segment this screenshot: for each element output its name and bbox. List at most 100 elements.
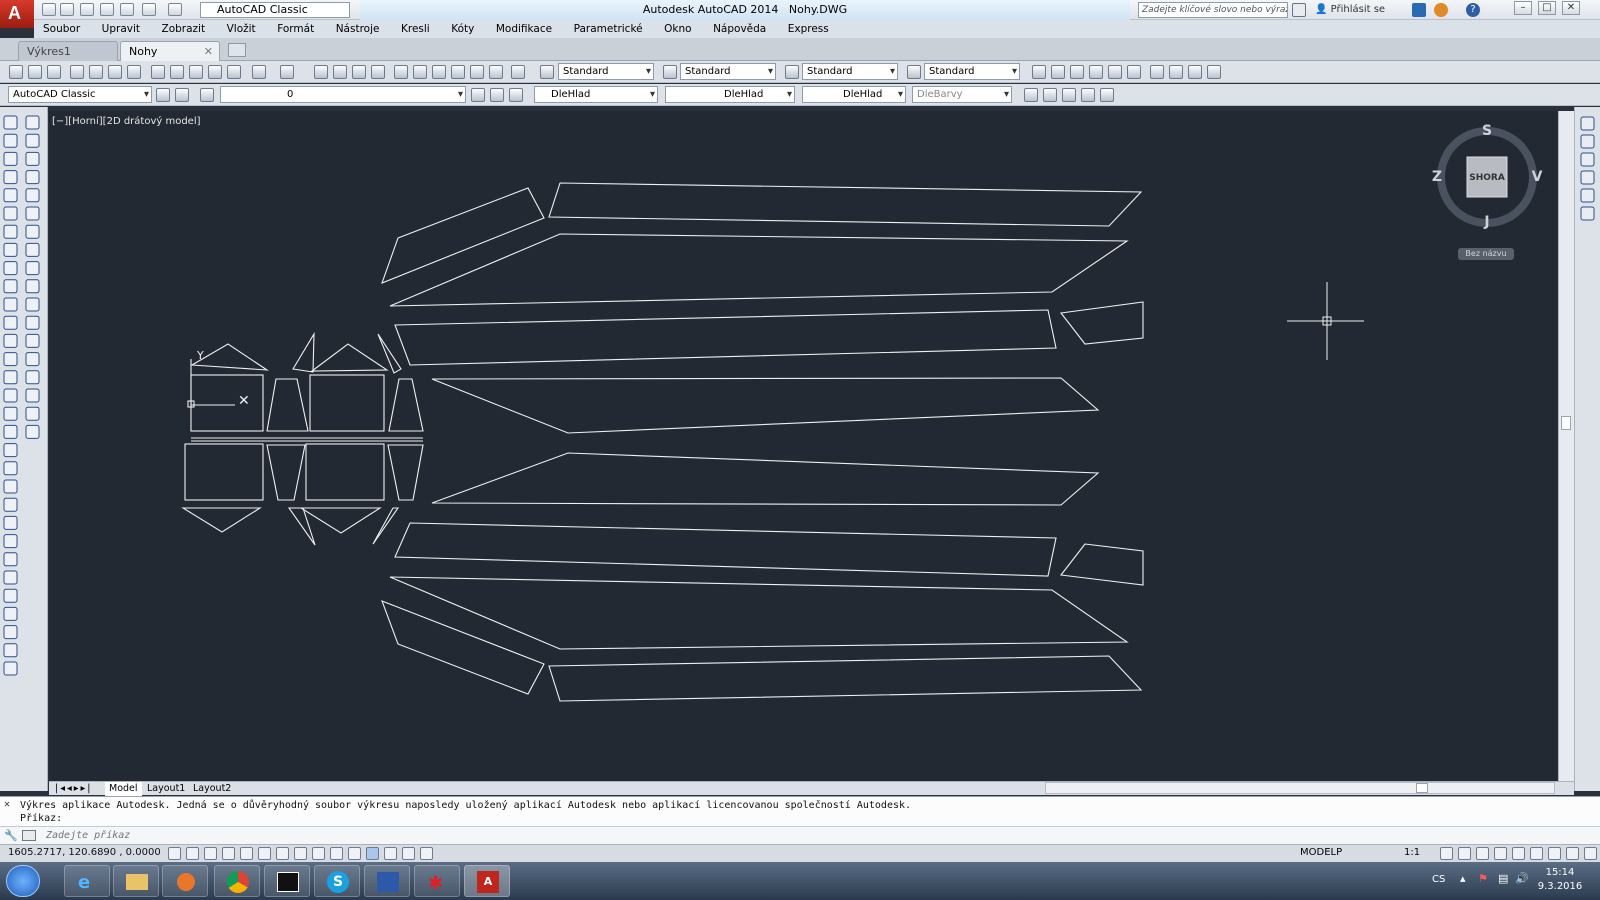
autocad-taskbar-icon[interactable]: A <box>464 865 510 897</box>
network-icon[interactable]: ▤ <box>1498 872 1508 885</box>
new-file-icon[interactable] <box>42 3 56 16</box>
save-icon[interactable] <box>47 65 61 79</box>
application-menu-button[interactable]: A <box>0 0 34 28</box>
toolbar-tool-icon[interactable] <box>3 406 18 421</box>
orbit-icon[interactable] <box>1024 88 1038 102</box>
toolbar-tool-icon[interactable] <box>25 115 40 130</box>
minimize-button[interactable]: – <box>1514 1 1532 15</box>
toolbar-tool-icon[interactable] <box>25 188 40 203</box>
search-input[interactable]: Zadejte klíčové slovo nebo výraz <box>1138 2 1288 18</box>
toolbar-tool-icon[interactable] <box>3 570 18 585</box>
toolbar-tool-icon[interactable] <box>25 242 40 257</box>
open-file-icon[interactable] <box>60 3 74 16</box>
toolbar-tool-icon[interactable] <box>3 588 18 603</box>
plotstyle-select[interactable]: DleBarvy <box>912 86 1012 103</box>
toolbar-tool-icon[interactable] <box>3 151 18 166</box>
tab-layout2[interactable]: Layout2 <box>189 782 235 796</box>
toolbar-tool-icon[interactable] <box>3 552 18 567</box>
menu-vlozit[interactable]: Vložit <box>218 20 265 38</box>
layer-select[interactable]: 0 <box>220 86 466 103</box>
save-icon[interactable] <box>80 3 94 16</box>
toolbar-tool-icon[interactable] <box>3 461 18 476</box>
lineweight-select[interactable]: DleHlad <box>802 86 906 103</box>
menu-kresli[interactable]: Kresli <box>392 20 439 38</box>
workspace-select[interactable]: AutoCAD Classic <box>8 86 152 103</box>
toolbar-tool-icon[interactable] <box>25 297 40 312</box>
toolbar-tool-icon[interactable] <box>3 643 18 658</box>
toolbar-tool-icon[interactable] <box>1580 170 1595 185</box>
status-tray-icon[interactable] <box>1440 847 1453 860</box>
close-button[interactable]: ✕ <box>1562 1 1580 15</box>
toolbar-tool-icon[interactable] <box>3 370 18 385</box>
language-indicator[interactable]: CS <box>1432 874 1445 885</box>
toolbar-tool-icon[interactable] <box>25 388 40 403</box>
status-tray-icon[interactable] <box>1530 847 1543 860</box>
markup-icon[interactable] <box>470 65 484 79</box>
materials-icon[interactable] <box>1081 88 1095 102</box>
toolbar-tool-icon[interactable] <box>25 133 40 148</box>
exchange-icon[interactable] <box>1412 3 1426 17</box>
viewcube-east[interactable]: V <box>1531 169 1543 185</box>
mleader-style-select[interactable]: Standard <box>924 63 1020 80</box>
cut-icon[interactable] <box>151 65 165 79</box>
ucs-x-icon[interactable] <box>1207 65 1221 79</box>
sheet-set-icon[interactable] <box>451 65 465 79</box>
save-as-icon[interactable] <box>100 3 114 16</box>
toolbar-tool-icon[interactable] <box>3 297 18 312</box>
toolbar-tool-icon[interactable] <box>3 188 18 203</box>
coordinates-readout[interactable]: 1605.2717, 120.6890 , 0.0000 <box>8 847 161 858</box>
toolbar-tool-icon[interactable] <box>3 133 18 148</box>
layer-properties-icon[interactable] <box>200 88 214 102</box>
layer-states-icon[interactable] <box>509 88 523 102</box>
toolbar-tool-icon[interactable] <box>3 242 18 257</box>
command-input[interactable] <box>46 828 1586 843</box>
block-editor-icon[interactable] <box>227 65 241 79</box>
print-icon[interactable] <box>120 3 134 16</box>
status-tray-icon[interactable] <box>1566 847 1579 860</box>
menu-upravit[interactable]: Upravit <box>93 20 149 38</box>
viewcube-west[interactable]: Z <box>1431 169 1443 185</box>
sign-in-button[interactable]: 👤 Přihlásit se <box>1315 2 1405 18</box>
text-style-select[interactable]: Standard <box>558 63 654 80</box>
ucs-face-icon[interactable] <box>1089 65 1103 79</box>
make-current-layer-icon[interactable] <box>471 88 485 102</box>
toolbar-tool-icon[interactable] <box>3 443 18 458</box>
color-select[interactable]: DleHlad <box>534 86 658 103</box>
start-button[interactable] <box>6 865 40 897</box>
qnew-icon[interactable] <box>9 65 23 79</box>
internet-explorer-icon[interactable]: e <box>64 865 110 897</box>
tray-arrow-icon[interactable]: ▴ <box>1460 872 1466 885</box>
toolbar-tool-icon[interactable] <box>1580 206 1595 221</box>
preview-icon[interactable] <box>89 65 103 79</box>
binoculars-icon[interactable] <box>1292 3 1306 17</box>
toolbar-tool-icon[interactable] <box>25 424 40 439</box>
design-center-icon[interactable] <box>413 65 427 79</box>
toolbar-tool-icon[interactable] <box>1580 152 1595 167</box>
status-toggle-icon[interactable] <box>330 847 343 860</box>
status-toggle-icon[interactable] <box>420 847 433 860</box>
toolbar-tool-icon[interactable] <box>3 206 18 221</box>
status-toggle-icon[interactable] <box>186 847 199 860</box>
status-toggle-icon[interactable] <box>294 847 307 860</box>
status-tray-icon[interactable] <box>1584 847 1597 860</box>
annotation-scale[interactable]: 1:1 <box>1404 847 1420 858</box>
status-toggle-icon[interactable] <box>222 847 235 860</box>
toolbar-tool-icon[interactable] <box>3 606 18 621</box>
render-icon[interactable] <box>1062 88 1076 102</box>
toolbar-tool-icon[interactable] <box>3 388 18 403</box>
layer-previous-icon[interactable] <box>490 88 504 102</box>
undo-icon[interactable] <box>252 65 266 79</box>
ucs-object-icon[interactable] <box>1108 65 1122 79</box>
file-explorer-icon[interactable] <box>113 865 159 897</box>
ucs-icon[interactable] <box>1032 65 1046 79</box>
toolbar-tool-icon[interactable] <box>3 333 18 348</box>
status-toggle-icon[interactable] <box>402 847 415 860</box>
status-toggle-icon[interactable] <box>258 847 271 860</box>
toolbar-tool-icon[interactable] <box>3 625 18 640</box>
media-player-icon[interactable] <box>162 865 208 897</box>
menu-okno[interactable]: Okno <box>655 20 700 38</box>
toolbar-tool-icon[interactable] <box>3 170 18 185</box>
toolbar-tool-icon[interactable] <box>3 115 18 130</box>
status-toggle-icon[interactable] <box>366 847 379 860</box>
chrome-icon[interactable] <box>214 865 260 897</box>
